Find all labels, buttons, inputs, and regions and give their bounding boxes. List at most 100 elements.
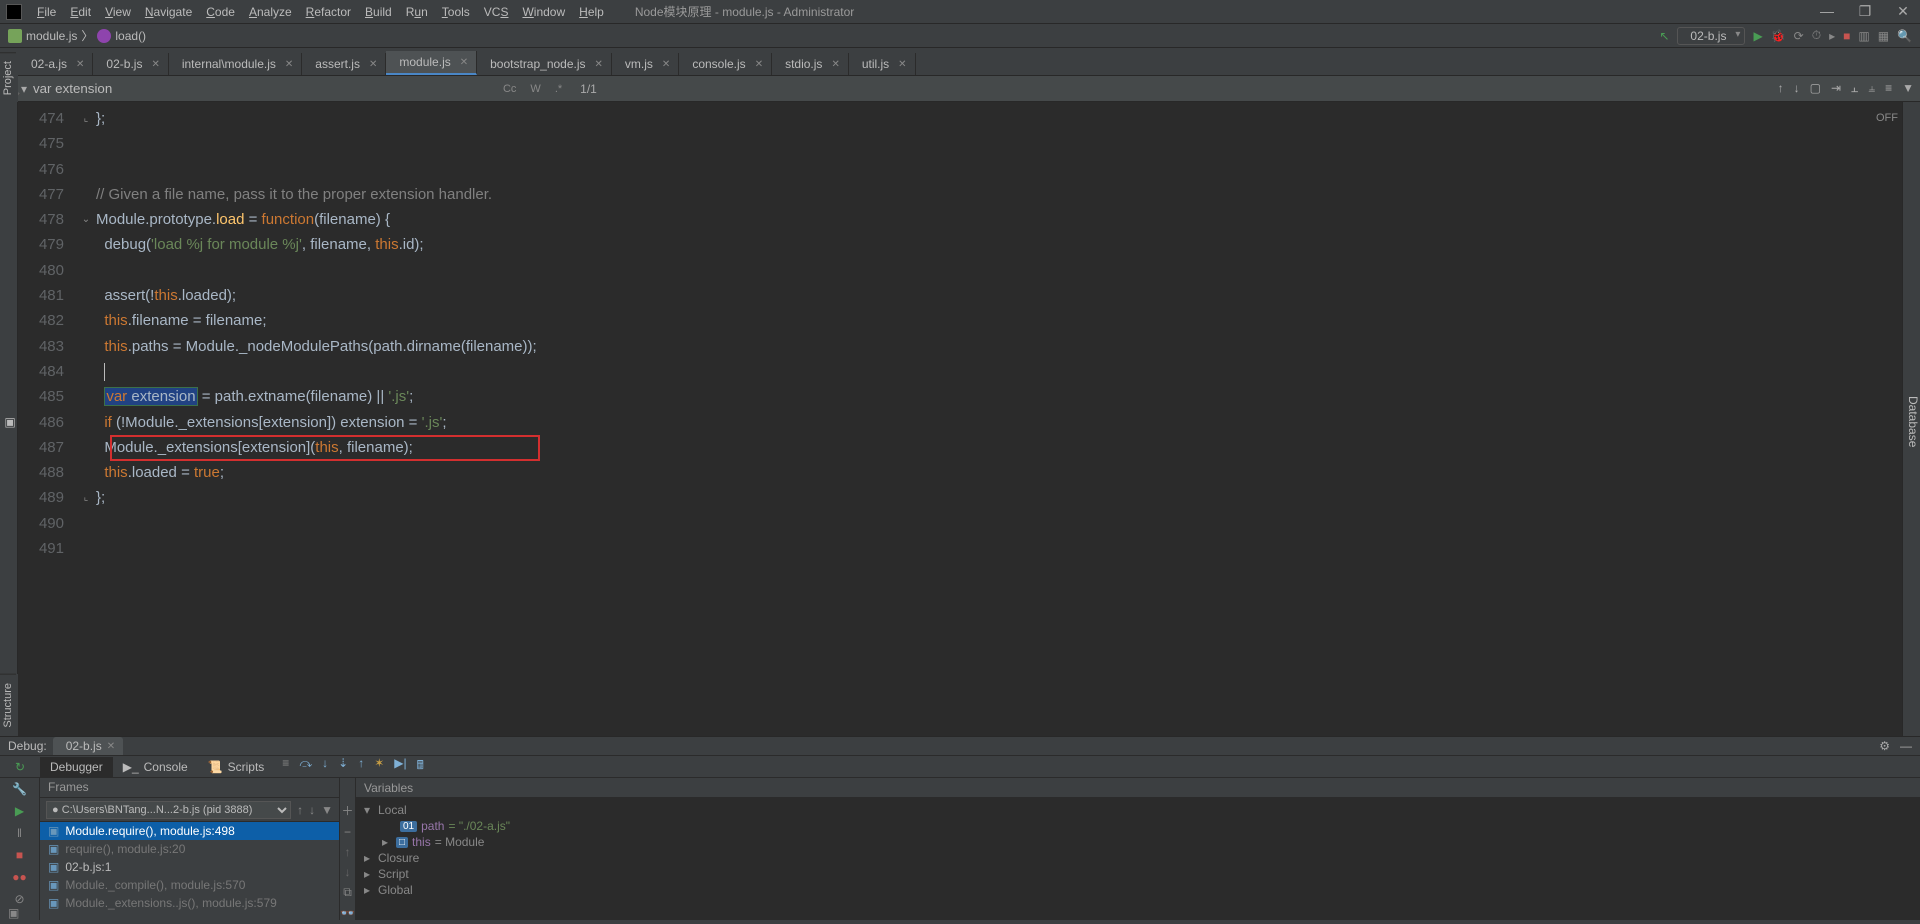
editor-tab[interactable]: bootstrap_node.js✕ [477,53,612,75]
editor-tab[interactable]: stdio.js✕ [772,53,849,75]
project-stripe-label[interactable]: Project [0,52,16,103]
attach-icon[interactable]: ▸ [1829,29,1835,43]
glasses-icon[interactable]: 👓 [340,906,355,920]
layout-icon[interactable]: ▥ [1858,29,1869,43]
editor-tab[interactable]: console.js✕ [679,53,772,75]
menu-build[interactable]: Build [358,2,399,22]
compass-icon[interactable]: ↖ [1659,29,1669,43]
add-selection-icon[interactable]: ⇥ [1831,81,1841,96]
close-icon[interactable]: ✕ [831,59,839,70]
view-breakpoints-icon[interactable]: ●● [12,870,27,884]
editor-tab[interactable]: internal\module.js✕ [169,53,302,75]
run-configuration-dropdown[interactable]: 02-b.js [1677,27,1745,45]
structure-stripe-label[interactable]: Structure [0,674,16,736]
drop-frame-icon[interactable]: ✶ [374,756,384,777]
layout-icon[interactable]: ≡ [282,756,289,777]
stop-icon[interactable]: ■ [1843,29,1850,43]
close-icon[interactable]: ✕ [107,741,115,752]
mute-breakpoints-icon[interactable]: ⊘ [14,892,24,906]
layout2-icon[interactable]: ▦ [1878,29,1889,43]
filter-frames-icon[interactable]: ▼ [321,803,333,817]
menu-refactor[interactable]: Refactor [299,2,358,22]
next-match-icon[interactable]: ↓ [1794,81,1800,96]
more-icon[interactable]: ⫨ [1868,81,1875,96]
profile-icon[interactable]: ⏱ [1812,28,1821,43]
menu-window[interactable]: Window [515,2,572,22]
close-icon[interactable]: ✕ [755,59,763,70]
close-icon[interactable]: ✕ [662,59,670,70]
tab-debugger[interactable]: Debugger [40,757,113,777]
menu-tools[interactable]: Tools [435,2,477,22]
next-frame-icon[interactable]: ↓ [309,803,315,817]
evaluate-icon[interactable]: 🖩 [417,756,424,777]
add-watch-icon[interactable]: ＋ [341,802,353,819]
menu-file[interactable]: File [30,2,63,22]
editor-tab[interactable]: 02-a.js✕ [18,53,93,75]
match-case-toggle[interactable]: Cc [499,82,520,96]
pause-icon[interactable]: ‖ [17,826,22,840]
search-input[interactable] [33,81,493,96]
close-icon[interactable]: ✕ [460,57,468,68]
database-toolwindow-stripe[interactable]: Database [1902,102,1920,736]
step-over-icon[interactable]: ⤼ [299,756,312,777]
database-stripe-label[interactable]: Database [1906,396,1920,447]
menu-code[interactable]: Code [199,2,242,22]
close-window-button[interactable]: ✕ [1892,3,1914,20]
close-icon[interactable]: ✕ [285,59,293,70]
thread-selector[interactable]: ● C:\Users\BNTang...N...2-b.js (pid 3888… [46,801,291,819]
prev-frame-icon[interactable]: ↑ [297,803,303,817]
frames-list[interactable]: ▣Module.require(), module.js:498▣require… [40,822,339,920]
run-icon[interactable]: ▶ [1753,29,1762,43]
words-toggle[interactable]: W [526,82,544,96]
breadcrumb-method[interactable]: load() [115,29,146,43]
close-icon[interactable]: ✕ [76,59,84,70]
up-icon[interactable]: ↑ [345,845,351,859]
search-everywhere-icon[interactable]: 🔍 [1897,29,1912,43]
variables-tree[interactable]: ▾Local 01path = "./02-a.js" ▸□this = Mod… [356,798,1920,902]
chevron-right-icon[interactable]: ▸ [364,883,374,897]
regex-toggle[interactable]: .* [551,82,566,96]
menu-analyze[interactable]: Analyze [242,2,299,22]
close-icon[interactable]: ✕ [369,59,377,70]
stop-icon[interactable]: ■ [16,848,23,862]
project-toolwindow-stripe[interactable]: ▣ [0,102,18,736]
maximize-button[interactable]: ❐ [1854,3,1876,20]
breadcrumb-file[interactable]: module.js [26,29,77,43]
editor-tab[interactable]: util.js✕ [849,53,916,75]
step-out-icon[interactable]: ↑ [358,756,364,777]
editor-tab[interactable]: vm.js✕ [612,53,679,75]
run-to-cursor-icon[interactable]: ▶| [394,756,406,777]
project-stripe-icon[interactable]: ▣ [3,415,17,429]
menu-run[interactable]: Run [399,2,435,22]
settings-icon[interactable]: ≡ [1885,81,1892,96]
settings-icon[interactable]: 🔧 [12,782,27,796]
debug-session-tab[interactable]: 02-b.js ✕ [53,737,123,755]
menu-navigate[interactable]: Navigate [138,2,199,22]
coverage-icon[interactable]: ⟳ [1794,29,1804,43]
debug-icon[interactable]: 🐞 [1771,29,1786,43]
resume-icon[interactable]: ▶ [15,804,24,818]
menu-view[interactable]: View [98,2,138,22]
close-icon[interactable]: ✕ [898,59,906,70]
step-into-icon[interactable]: ↓ [322,756,328,777]
code-editor[interactable]: OFF 474475476477478479480481482483484485… [18,102,1920,736]
menu-edit[interactable]: Edit [63,2,98,22]
pin-icon[interactable]: ⫠ [1851,81,1858,96]
editor-tab[interactable]: module.js✕ [386,51,477,75]
code-body[interactable]: }; // Given a file name, pass it to the … [96,106,1900,561]
stack-frame[interactable]: ▣Module.require(), module.js:498 [40,822,339,840]
minimize-panel-icon[interactable]: — [1900,739,1912,753]
remove-watch-icon[interactable]: − [344,825,351,839]
tab-console[interactable]: ▶_Console [113,757,198,777]
close-icon[interactable]: ✕ [595,59,603,70]
editor-tab[interactable]: assert.js✕ [302,53,386,75]
editor-tab[interactable]: 02-b.js✕ [93,53,168,75]
chevron-right-icon[interactable]: ▸ [364,867,374,881]
gear-icon[interactable]: ⚙ [1879,739,1890,753]
menu-help[interactable]: Help [572,2,611,22]
rerun-icon[interactable]: ↻ [15,760,25,774]
chevron-right-icon[interactable]: ▸ [382,835,392,849]
stack-frame[interactable]: ▣02-b.js:1 [40,858,339,876]
toolwindows-icon[interactable]: ▣ [8,906,19,920]
down-icon[interactable]: ↓ [345,865,351,879]
